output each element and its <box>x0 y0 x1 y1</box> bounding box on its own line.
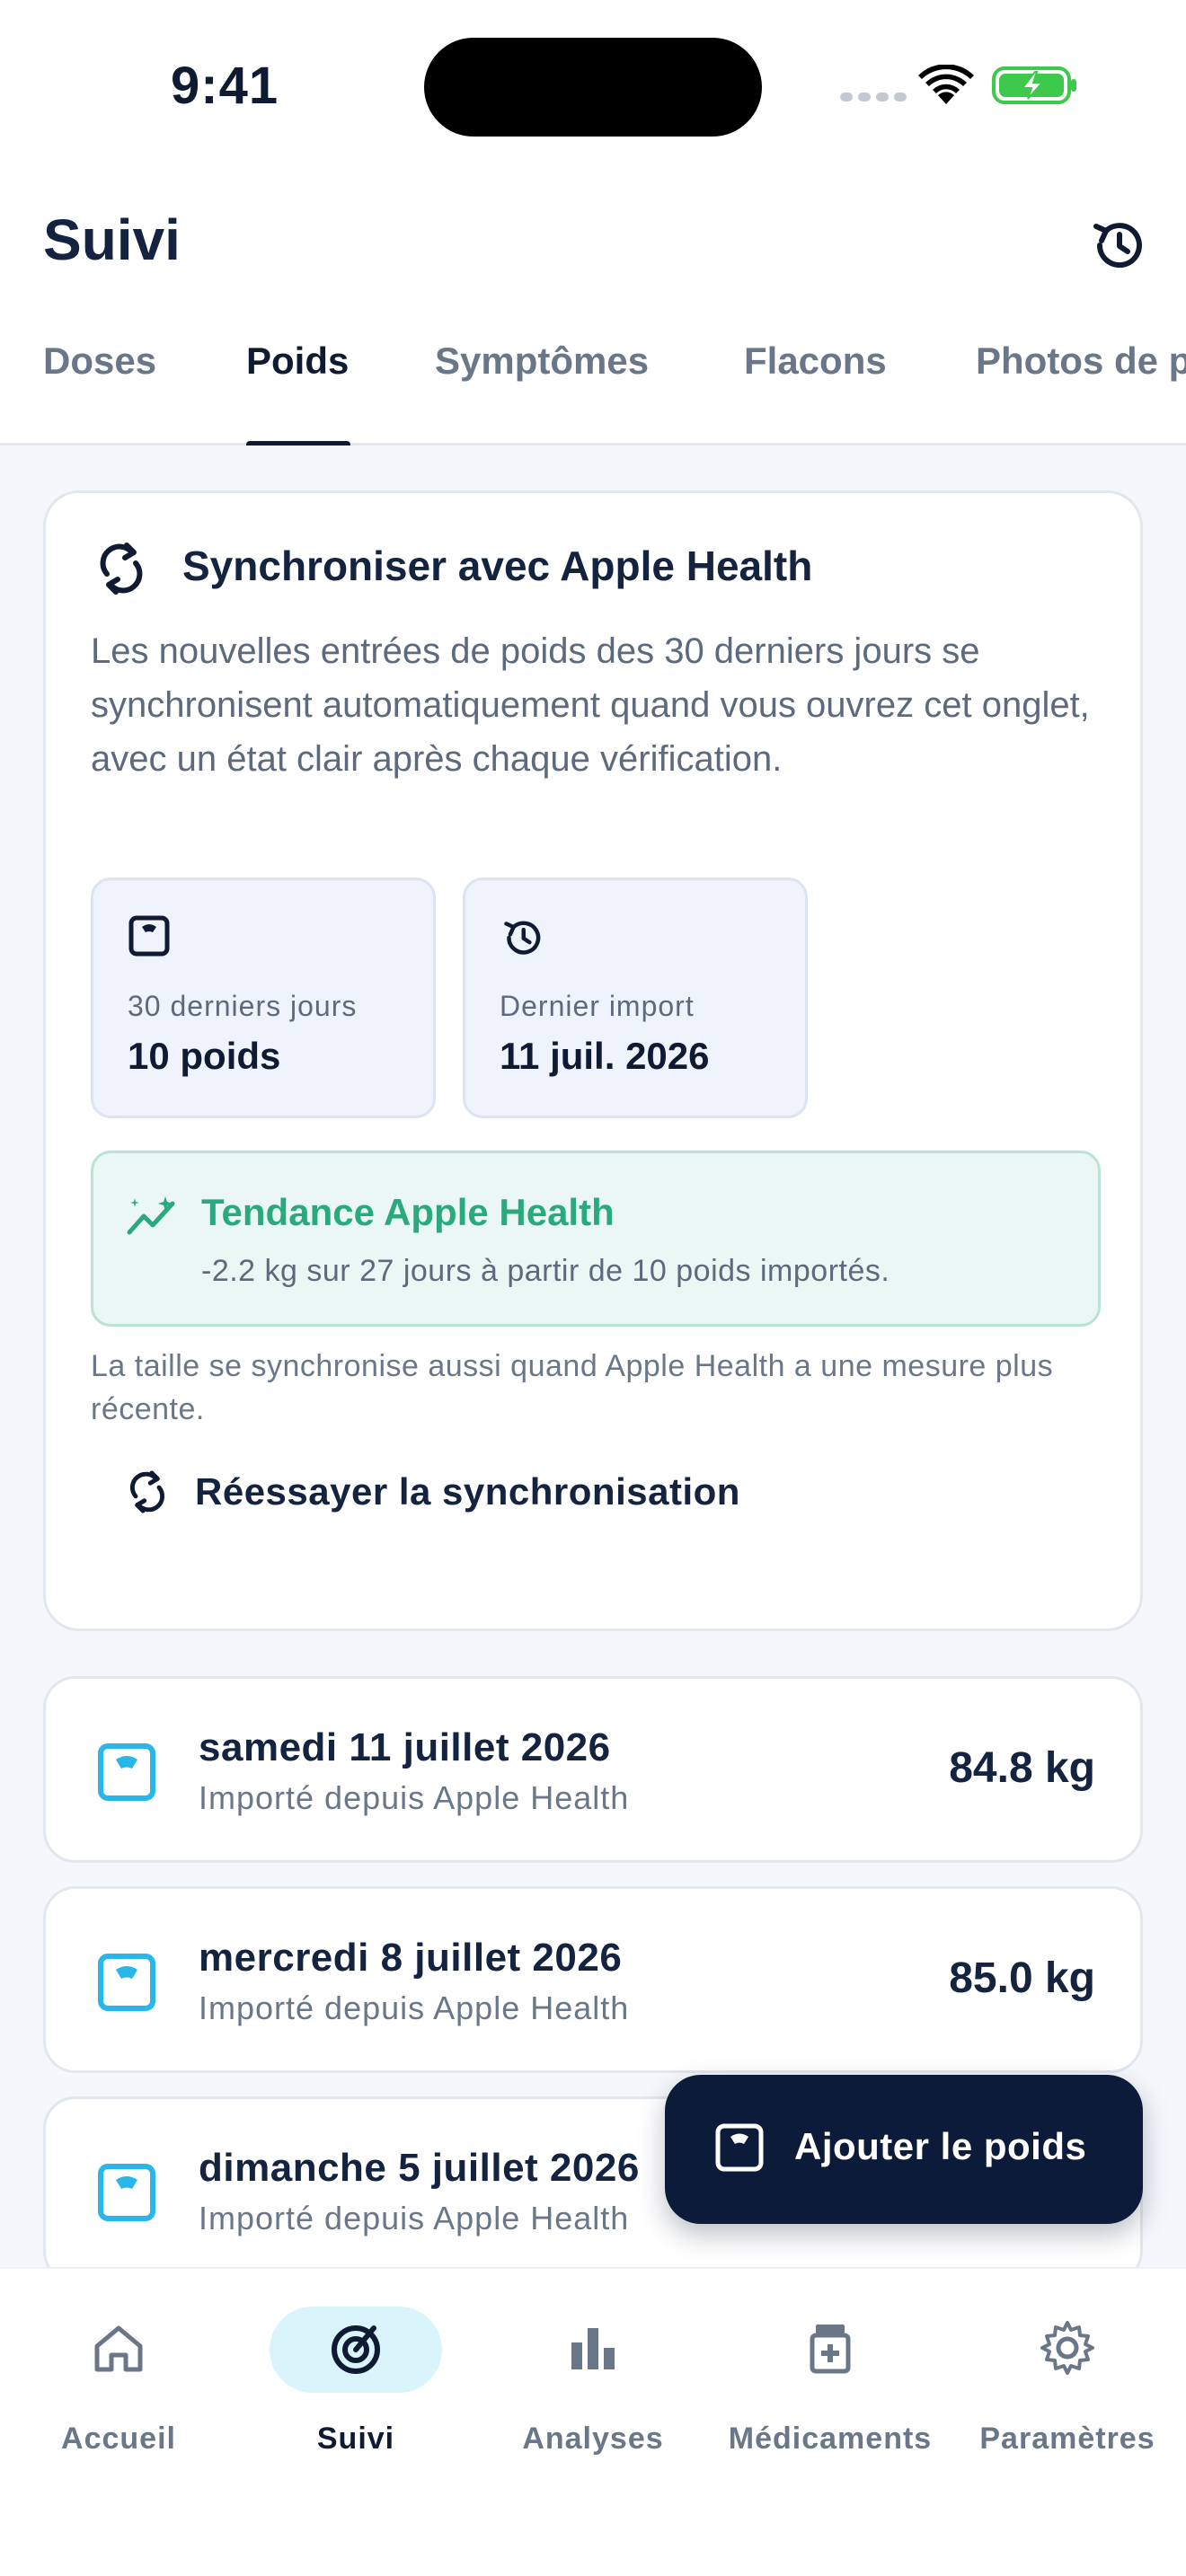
weight-date: dimanche 5 juillet 2026 <box>199 2146 640 2190</box>
stat-value: 10 poids <box>128 1035 281 1077</box>
weight-source: Importé depuis Apple Health <box>199 1779 630 1816</box>
history-icon <box>504 921 541 955</box>
header: Suivi Doses Poids Symptômes Flacons Phot… <box>0 171 1186 446</box>
stat-label: 30 derniers jours <box>128 990 358 1022</box>
add-weight-button[interactable]: Ajouter le poids <box>665 2075 1143 2224</box>
bottom-nav: Accueil Suivi Analyses Médicaments Param… <box>0 2267 1186 2576</box>
weight-source: Importé depuis Apple Health <box>199 2200 630 2236</box>
nav-label: Médicaments <box>728 2422 933 2456</box>
tab-bar: Doses Poids Symptômes Flacons Photos de … <box>0 338 1186 446</box>
trend-title: Tendance Apple Health <box>201 1191 615 1233</box>
weight-value: 85.0 kg <box>949 1954 1095 2002</box>
scale-icon <box>98 2164 155 2221</box>
nav-item-accueil[interactable]: Accueil <box>0 2307 237 2486</box>
trend-description: -2.2 kg sur 27 jours à partir de 10 poid… <box>201 1254 890 1288</box>
nav-item-parametres[interactable]: Paramètres <box>949 2307 1186 2486</box>
scale-icon <box>715 2123 764 2172</box>
active-tab-indicator <box>246 441 350 446</box>
nav-label: Suivi <box>316 2422 395 2456</box>
nav-label: Paramètres <box>979 2422 1155 2456</box>
weight-date: samedi 11 juillet 2026 <box>199 1725 611 1769</box>
nav-label: Accueil <box>61 2422 176 2456</box>
bar-chart-icon <box>571 2328 615 2369</box>
scale-icon <box>98 1954 155 2011</box>
nav-item-medicaments[interactable]: Médicaments <box>712 2307 949 2486</box>
weight-entry-row[interactable]: samedi 11 juillet 2026 Importé depuis Ap… <box>43 1676 1143 1863</box>
stat-card-30-days: 30 derniers jours 10 poids <box>91 878 436 1118</box>
tab-symptomes[interactable]: Symptômes <box>435 338 649 446</box>
tab-poids[interactable]: Poids <box>246 338 349 446</box>
tab-photos[interactable]: Photos de p <box>976 338 1186 446</box>
sync-card-title: Synchroniser avec Apple Health <box>182 543 813 589</box>
dynamic-island <box>424 38 762 137</box>
weight-entry-row[interactable]: mercredi 8 juillet 2026 Importé depuis A… <box>43 1886 1143 2073</box>
gear-icon <box>1040 2321 1094 2375</box>
tab-flacons[interactable]: Flacons <box>744 338 887 446</box>
add-weight-label: Ajouter le poids <box>794 2125 1087 2167</box>
history-icon[interactable] <box>1087 214 1150 277</box>
trend-box: Tendance Apple Health -2.2 kg sur 27 jou… <box>91 1151 1101 1327</box>
home-icon <box>94 2325 143 2372</box>
stat-label: Dernier import <box>500 990 695 1022</box>
wifi-icon <box>918 65 974 104</box>
status-time: 9:41 <box>171 57 279 115</box>
nav-label: Analyses <box>522 2422 664 2456</box>
battery-icon <box>992 66 1076 104</box>
tab-doses[interactable]: Doses <box>43 338 156 446</box>
signal-icon <box>840 90 912 106</box>
trend-sparkle-icon <box>127 1196 175 1235</box>
page-title: Suivi <box>43 207 181 272</box>
scale-icon <box>128 915 170 957</box>
tab-poids-label: Poids <box>246 340 350 382</box>
sync-icon <box>100 543 143 595</box>
nav-item-analyses[interactable]: Analyses <box>474 2307 712 2486</box>
stat-card-last-import: Dernier import 11 juil. 2026 <box>463 878 808 1118</box>
stat-value: 11 juil. 2026 <box>500 1035 710 1077</box>
retry-sync-label: Réessayer la synchronisation <box>195 1470 740 1513</box>
apple-health-sync-card: Synchroniser avec Apple Health Les nouve… <box>43 490 1143 1631</box>
weight-value: 84.8 kg <box>949 1744 1095 1792</box>
height-sync-note: La taille se synchronise aussi quand App… <box>91 1349 1054 1426</box>
status-bar: 9:41 <box>0 0 1186 171</box>
medication-icon <box>810 2325 851 2374</box>
tracking-icon <box>332 2325 380 2374</box>
nav-item-suivi[interactable]: Suivi <box>237 2307 474 2486</box>
sync-icon <box>130 1470 164 1513</box>
weight-date: mercredi 8 juillet 2026 <box>199 1936 623 1980</box>
weight-source: Importé depuis Apple Health <box>199 1989 630 2026</box>
scale-icon <box>98 1743 155 1801</box>
sync-card-description: Les nouvelles entrées de poids des 30 de… <box>91 631 1090 779</box>
retry-sync-button[interactable]: Réessayer la synchronisation <box>127 1452 845 1533</box>
